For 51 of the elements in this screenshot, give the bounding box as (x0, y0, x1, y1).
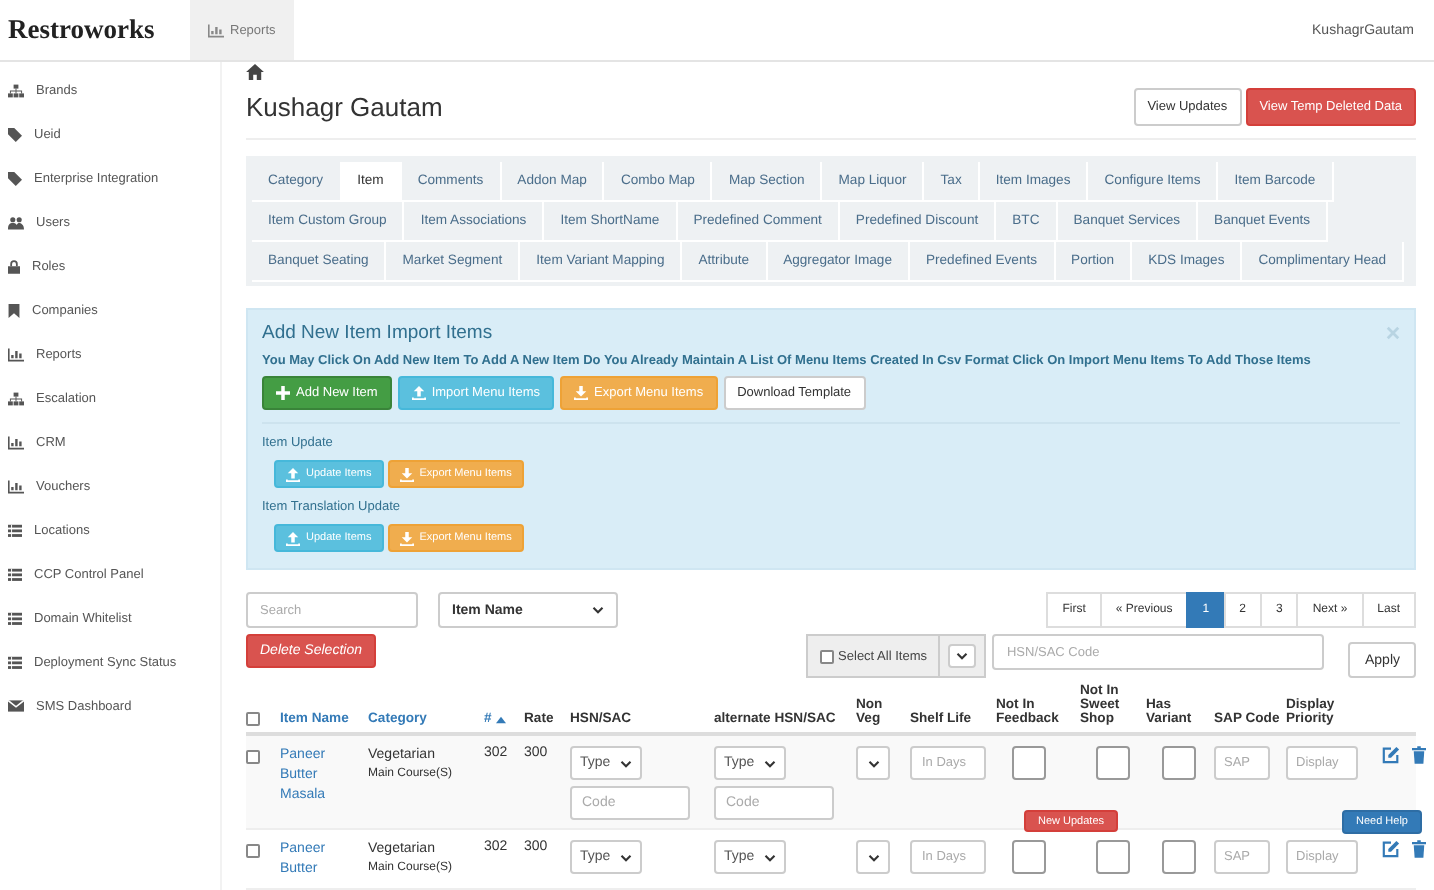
users-icon (8, 215, 24, 229)
caret-icon (620, 853, 632, 861)
trash-icon[interactable] (1412, 746, 1426, 764)
tag-icon (8, 127, 22, 141)
trash-icon[interactable] (1412, 840, 1426, 858)
download-icon (399, 531, 414, 545)
upload-icon (286, 531, 300, 545)
caret-icon (620, 759, 632, 767)
list-icon (8, 523, 22, 537)
plus-icon (276, 386, 290, 400)
sitemap-icon (8, 83, 24, 97)
row-checkbox[interactable] (246, 844, 260, 858)
sweet-shop-checkbox[interactable] (1096, 746, 1130, 780)
row-checkbox[interactable] (246, 750, 260, 764)
bar-chart-icon (208, 23, 224, 37)
edit-icon[interactable] (1382, 840, 1400, 858)
page-title: Kushagr Gautam (246, 92, 443, 122)
caret-icon (956, 652, 969, 660)
caret-icon (867, 853, 879, 861)
tag-icon (8, 171, 22, 185)
caret-icon (592, 606, 604, 614)
edit-icon[interactable] (1382, 746, 1400, 764)
download-icon (399, 467, 414, 481)
select-all-checkbox[interactable] (246, 712, 260, 726)
list-icon (8, 567, 22, 581)
non-veg-select[interactable] (856, 746, 890, 780)
bar-chart-icon (8, 435, 24, 449)
caret-icon (764, 853, 776, 861)
not-in-feedback-checkbox[interactable] (1012, 746, 1046, 780)
logo[interactable]: Restroworks (0, 0, 190, 60)
sweet-shop-checkbox[interactable] (1096, 840, 1130, 874)
upload-icon (286, 467, 300, 481)
caret-icon (867, 759, 879, 767)
upload-icon (411, 386, 426, 400)
envelope-icon (8, 700, 24, 712)
caret-icon (764, 759, 776, 767)
list-icon (8, 655, 22, 669)
non-veg-select[interactable] (856, 840, 890, 874)
has-variant-checkbox[interactable] (1162, 840, 1196, 874)
bookmark-icon (8, 303, 20, 317)
has-variant-checkbox[interactable] (1162, 746, 1196, 780)
list-icon (8, 611, 22, 625)
lock-icon (8, 259, 20, 273)
download-icon (574, 386, 589, 400)
bulk-action-select[interactable] (948, 644, 977, 668)
bar-chart-icon (8, 479, 24, 493)
bar-chart-icon (8, 347, 24, 361)
sitemap-icon (8, 391, 24, 405)
not-in-feedback-checkbox[interactable] (1012, 840, 1046, 874)
home-icon[interactable] (246, 64, 264, 80)
panel-title: Add New Item Import Items (262, 322, 493, 344)
